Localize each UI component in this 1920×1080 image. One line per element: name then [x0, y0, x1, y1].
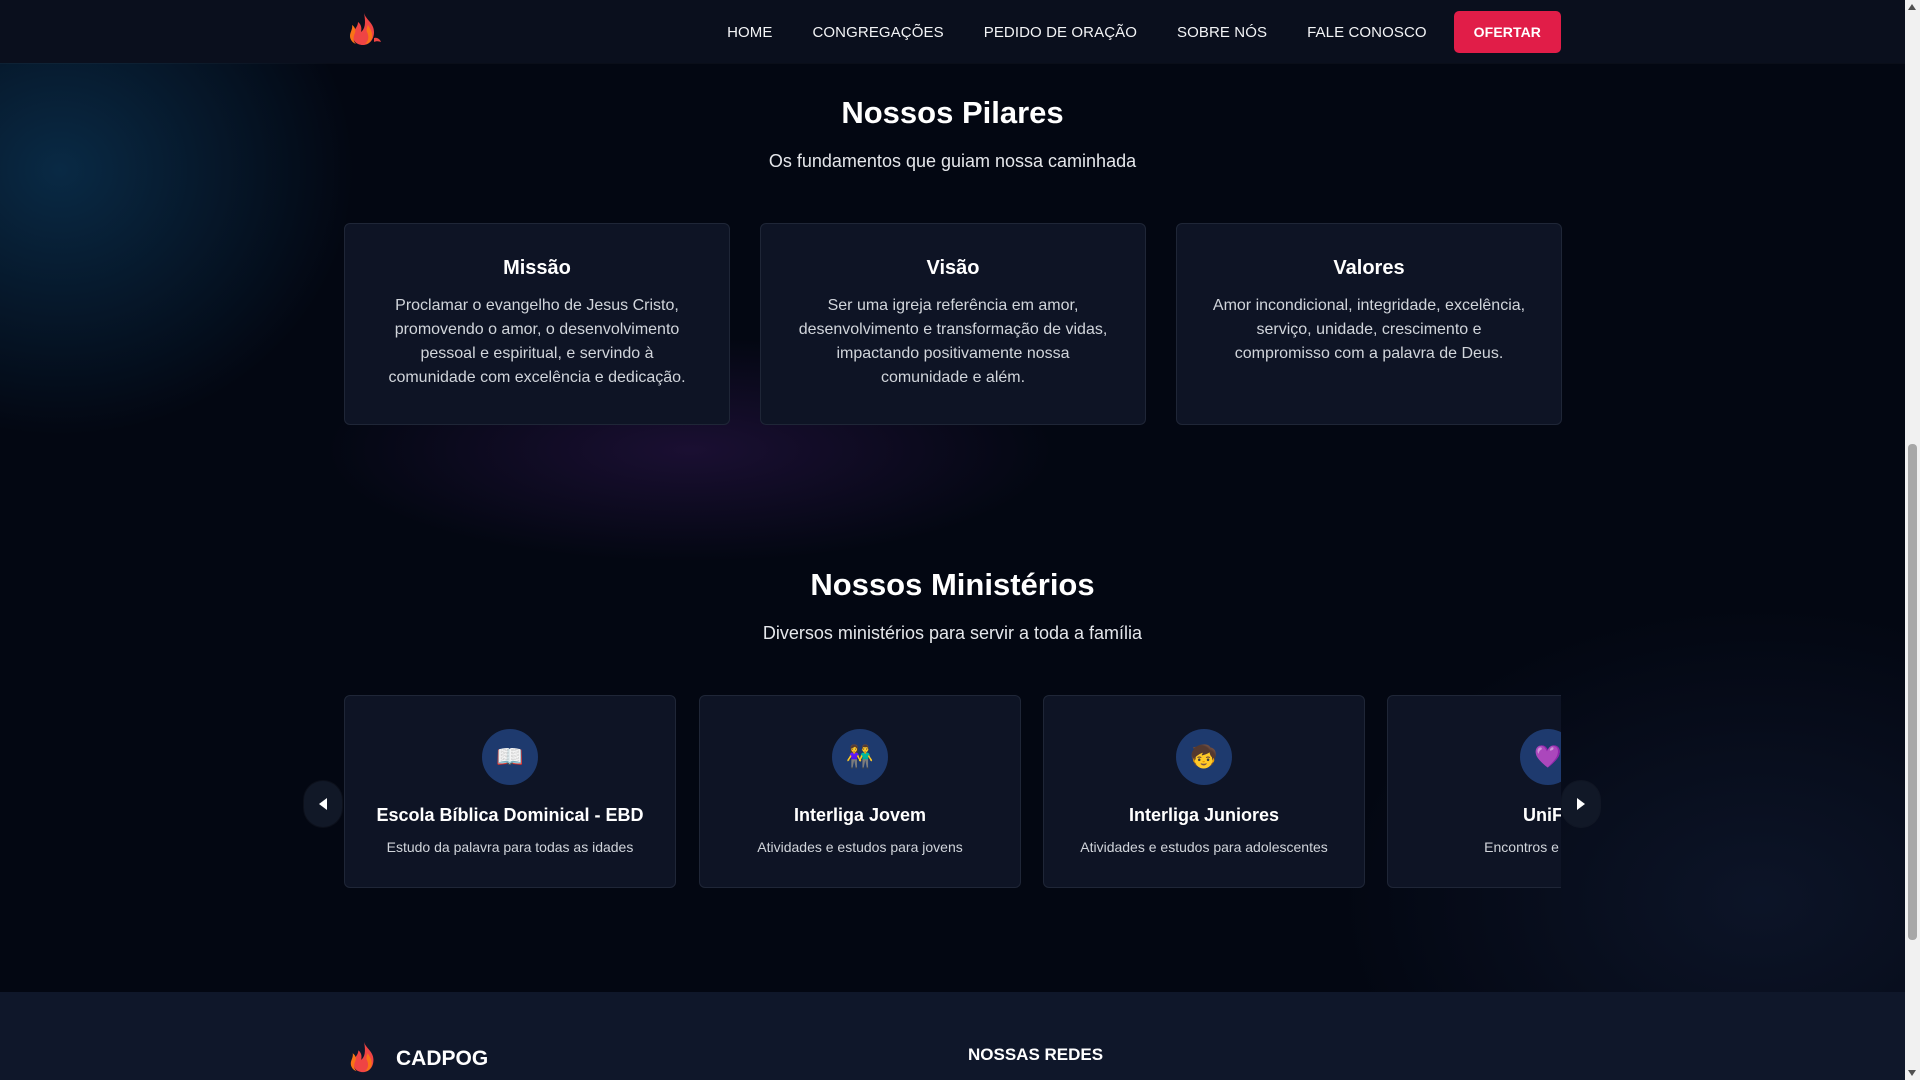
main-nav: HOME CONGREGAÇÕES PEDIDO DE ORAÇÃO SOBRE… — [687, 11, 1561, 53]
ministries-subtitle: Diversos ministérios para servir a toda … — [762, 623, 1143, 643]
page: HOME CONGREGAÇÕES PEDIDO DE ORAÇÃO SOBRE… — [0, 0, 1905, 1080]
carousel-next-button[interactable] — [1562, 781, 1600, 827]
ministry-card-interliga-jovem[interactable]: 👫 Interliga Jovem Atividades e estudos p… — [699, 695, 1021, 888]
ministry-card-ebd[interactable]: 📖 Escola Bíblica Dominical - EBD Estudo … — [344, 695, 676, 888]
nav-link-sobre-nos[interactable]: SOBRE NÓS — [1177, 24, 1267, 41]
ofertar-button[interactable]: OFERTAR — [1453, 11, 1561, 53]
ministry-title: Interliga Juniores — [1128, 805, 1280, 825]
pillar-title: Valores — [1333, 257, 1405, 279]
ministry-text: Atividades e estudos para jovens — [757, 839, 963, 855]
ministry-title: Interliga Jovem — [793, 805, 927, 825]
pillar-text: Amor incondicional, integridade, excelên… — [1212, 297, 1526, 362]
pillar-title: Visão — [926, 257, 980, 279]
ministry-text: Encontros e estudos — [1484, 839, 1561, 855]
pillar-card-missao: Missão Proclamar o evangelho de Jesus Cr… — [344, 223, 730, 425]
ministry-card-unife[interactable]: 💜 UniFe Encontros e estudos — [1387, 695, 1561, 888]
flame-logo-icon[interactable] — [344, 11, 384, 47]
nav-link-fale-conosco[interactable]: FALE CONOSCO — [1307, 24, 1427, 41]
nav-link-pedido-de-oracao[interactable]: PEDIDO DE ORAÇÃO — [984, 24, 1137, 41]
footer-social-heading: NOSSAS REDES — [968, 1045, 1104, 1064]
ministries-carousel[interactable]: 📖 Escola Bíblica Dominical - EBD Estudo … — [344, 695, 1561, 889]
pillar-card-valores: Valores Amor incondicional, integridade,… — [1176, 223, 1562, 425]
purple-heart-icon: 💜 — [1520, 729, 1561, 785]
open-book-icon: 📖 — [482, 729, 538, 785]
scroll-up-arrow-icon[interactable] — [1908, 4, 1916, 10]
ministry-text: Atividades e estudos para adolescentes — [1080, 839, 1328, 855]
pillar-card-visao: Visão Ser uma igreja referência em amor,… — [760, 223, 1146, 425]
pillar-text: Ser uma igreja referência em amor, desen… — [798, 297, 1108, 386]
pillars-subtitle: Os fundamentos que guiam nossa caminhada — [768, 151, 1137, 171]
child-icon: 🧒 — [1176, 729, 1232, 785]
ministry-card-interliga-juniores[interactable]: 🧒 Interliga Juniores Atividades e estudo… — [1043, 695, 1365, 888]
pillar-title: Missão — [503, 257, 571, 279]
pillar-text: Proclamar o evangelho de Jesus Cristo, p… — [388, 297, 686, 386]
footer-brand-name: CADPOG — [396, 1047, 489, 1070]
carousel-prev-button[interactable] — [304, 781, 342, 827]
page-scrollbar[interactable] — [1905, 0, 1920, 1080]
ministry-title: UniFe — [1522, 805, 1561, 825]
couple-icon: 👫 — [832, 729, 888, 785]
nav-link-home[interactable]: HOME — [727, 24, 772, 41]
nav-link-congregacoes[interactable]: CONGREGAÇÕES — [812, 24, 943, 41]
ministry-text: Estudo da palavra para todas as idades — [386, 839, 634, 855]
scroll-down-arrow-icon[interactable] — [1908, 1070, 1916, 1076]
flame-logo-icon[interactable] — [344, 1040, 384, 1074]
site-footer: CADPOG NOSSAS REDES — [0, 992, 1905, 1080]
site-header: HOME CONGREGAÇÕES PEDIDO DE ORAÇÃO SOBRE… — [0, 0, 1905, 63]
triangle-right-icon — [1577, 798, 1585, 810]
scrollbar-thumb[interactable] — [1908, 444, 1917, 940]
triangle-left-icon — [319, 798, 327, 810]
pillars-title: Nossos Pilares — [841, 95, 1064, 130]
ministries-title: Nossos Ministérios — [810, 567, 1095, 602]
ministry-title: Escola Bíblica Dominical - EBD — [376, 805, 644, 825]
